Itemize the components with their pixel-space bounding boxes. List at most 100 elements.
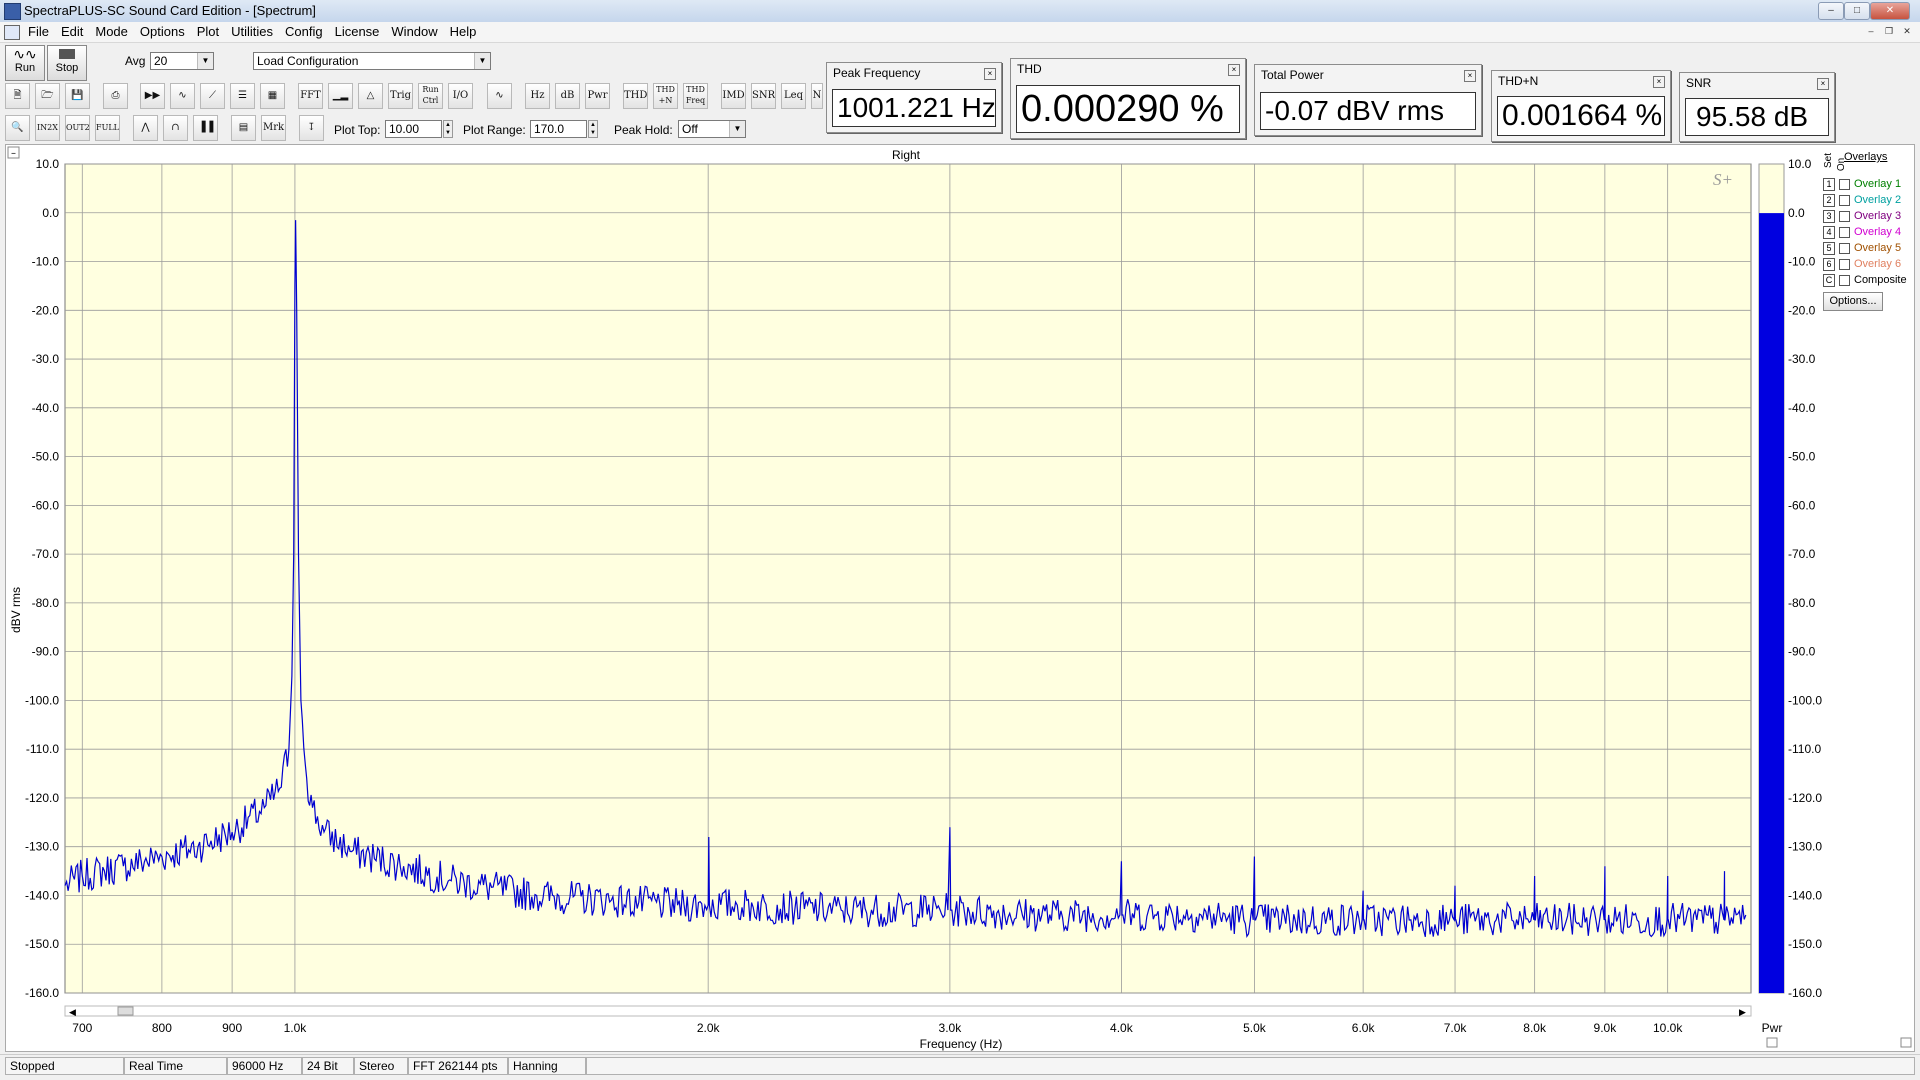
plot-range-input[interactable]: 170.0 (530, 120, 587, 138)
marker-button[interactable]: Mrk (261, 115, 286, 141)
menu-config[interactable]: Config (279, 22, 329, 41)
hz-button[interactable]: Hz (525, 83, 550, 109)
panel-collapse-icon[interactable] (1900, 1037, 1912, 1048)
open-folder-icon[interactable]: 🗁 (35, 83, 60, 109)
scope-icon[interactable]: △ (358, 83, 383, 109)
waveform-icon[interactable]: ∿ (170, 83, 195, 109)
fft-button[interactable]: FFT (298, 83, 323, 109)
avg-select[interactable]: 20 ▼ (150, 52, 214, 70)
db-button[interactable]: dB (555, 83, 580, 109)
overlay-set-1[interactable]: 1 (1823, 178, 1835, 191)
overlay-item-4[interactable]: 4 Overlay 4 (1823, 226, 1916, 242)
run-ctrl-button[interactable]: Run Ctrl (418, 83, 443, 109)
overlay-item-5[interactable]: 5 Overlay 5 (1823, 242, 1916, 258)
close-button[interactable]: ✕ (1870, 2, 1910, 20)
overlay-item-2[interactable]: 2 Overlay 2 (1823, 194, 1916, 210)
peak-frequency-meter[interactable]: Peak Frequency × 1001.221 Hz (826, 62, 1002, 133)
thd-n-button[interactable]: THD +N (653, 83, 678, 109)
menu-mode[interactable]: Mode (89, 22, 134, 41)
menu-file[interactable]: File (22, 22, 55, 41)
spectrogram-icon[interactable]: ☰ (230, 83, 255, 109)
overlay-item-composite[interactable]: C Composite (1823, 274, 1916, 290)
close-icon[interactable]: × (1817, 78, 1829, 90)
bar-plot-icon[interactable]: ▐▐ (193, 115, 218, 141)
document-icon[interactable] (4, 25, 20, 40)
overlay-set-3[interactable]: 3 (1823, 210, 1835, 223)
overlay-set-2[interactable]: 2 (1823, 194, 1835, 207)
more-button[interactable]: N (811, 83, 823, 109)
menu-utilities[interactable]: Utilities (225, 22, 279, 41)
zoom-icon[interactable]: 🔍 (5, 115, 30, 141)
imd-button[interactable]: IMD (721, 83, 746, 109)
time-series-icon[interactable]: ▁▂ (328, 83, 353, 109)
plot-area[interactable] (64, 163, 1752, 994)
peak-hold-select[interactable]: Off ▼ (678, 120, 746, 138)
scale-icon[interactable]: ↧ (299, 115, 324, 141)
overlay-checkbox-composite[interactable] (1839, 274, 1850, 286)
overlay-checkbox-5[interactable] (1839, 242, 1850, 254)
load-configuration-select[interactable]: Load Configuration ▼ (253, 52, 491, 70)
overlay-set-4[interactable]: 4 (1823, 226, 1835, 239)
thd-button[interactable]: THD (623, 83, 648, 109)
overlay-set-5[interactable]: 5 (1823, 242, 1835, 255)
close-icon[interactable]: × (1653, 76, 1665, 88)
generator-icon[interactable]: ∿ (487, 83, 512, 109)
save-icon[interactable]: 💾 (65, 83, 90, 109)
zoom-out-2x-icon[interactable]: OUT2X (65, 115, 90, 141)
new-icon[interactable]: 🗎 (5, 83, 30, 109)
menu-help[interactable]: Help (444, 22, 483, 41)
scroll-thumb[interactable] (117, 1006, 134, 1016)
menu-edit[interactable]: Edit (55, 22, 89, 41)
close-icon[interactable]: × (1464, 70, 1476, 82)
menu-window[interactable]: Window (385, 22, 443, 41)
spectrum-chart[interactable]: – 10.00.0-10.0-20.0-30.0-40.0-50.0-60.0-… (6, 145, 1914, 1051)
leq-button[interactable]: Leq (781, 83, 806, 109)
scroll-right-icon[interactable]: ▶ (1739, 1008, 1746, 1018)
menu-license[interactable]: License (329, 22, 386, 41)
close-icon[interactable]: × (1228, 64, 1240, 76)
total-power-meter[interactable]: Total Power × -0.07 dBV rms (1254, 64, 1482, 136)
trig-button[interactable]: Trig (388, 83, 413, 109)
run-button[interactable]: ∿∿ Run (5, 45, 45, 81)
menu-plot[interactable]: Plot (191, 22, 225, 41)
overlay-checkbox-6[interactable] (1839, 258, 1850, 270)
plot-top-spinner[interactable]: ▲ ▼ (443, 120, 453, 138)
spectrum-plot-window[interactable]: – 10.0 0.0 -10.0 -20.0 -30.0 -40.0 -50.0 -60.0-… (5, 144, 1915, 1052)
snr-button[interactable]: SNR (751, 83, 776, 109)
overlay-item-6[interactable]: 6 Overlay 6 (1823, 258, 1916, 274)
line-plot-icon[interactable]: ∩ (163, 115, 188, 141)
overlay-checkbox-2[interactable] (1839, 194, 1850, 206)
overlay-checkbox-4[interactable] (1839, 226, 1850, 238)
menu-options[interactable]: Options (134, 22, 191, 41)
maximize-button[interactable]: □ (1844, 2, 1870, 20)
io-button[interactable]: I/O (448, 83, 473, 109)
overlay-checkbox-3[interactable] (1839, 210, 1850, 222)
overlay-item-3[interactable]: 3 Overlay 3 (1823, 210, 1916, 226)
thd-n-meter[interactable]: THD+N × 0.001664 % (1491, 70, 1671, 142)
overlay-set-composite[interactable]: C (1823, 274, 1835, 287)
snr-meter[interactable]: SNR × 95.58 dB (1679, 72, 1835, 142)
power-bar-collapse-icon[interactable] (1766, 1037, 1778, 1048)
peak-icon[interactable]: ⋀ (133, 115, 158, 141)
overlay-options-button[interactable]: Options... (1823, 292, 1883, 311)
mdi-minimize-button[interactable]: – (1864, 25, 1878, 38)
overlay-item-1[interactable]: 1 Overlay 1 (1823, 178, 1916, 194)
thd-freq-button[interactable]: THD Freq (683, 83, 708, 109)
grid-icon[interactable]: ▤ (231, 115, 256, 141)
zoom-in-2x-icon[interactable]: IN2X (35, 115, 60, 141)
fast-forward-icon[interactable]: ▶▶ (140, 83, 165, 109)
3d-surface-icon[interactable]: ▦ (260, 83, 285, 109)
print-icon[interactable]: ⎙ (103, 83, 128, 109)
scroll-left-icon[interactable]: ◀ (69, 1008, 76, 1018)
ramp-icon[interactable]: ⟋ (200, 83, 225, 109)
horizontal-scrollbar[interactable] (64, 1005, 1752, 1017)
overlay-checkbox-1[interactable] (1839, 178, 1850, 190)
plot-range-spinner[interactable]: ▲ ▼ (588, 120, 598, 138)
thd-meter[interactable]: THD × 0.000290 % (1010, 58, 1246, 139)
mdi-restore-button[interactable]: ❐ (1882, 25, 1896, 38)
mdi-close-button[interactable]: ✕ (1900, 25, 1914, 38)
close-icon[interactable]: × (984, 68, 996, 80)
minimize-button[interactable]: – (1818, 2, 1844, 20)
overlay-set-6[interactable]: 6 (1823, 258, 1835, 271)
zoom-out-full-icon[interactable]: FULL (95, 115, 120, 141)
